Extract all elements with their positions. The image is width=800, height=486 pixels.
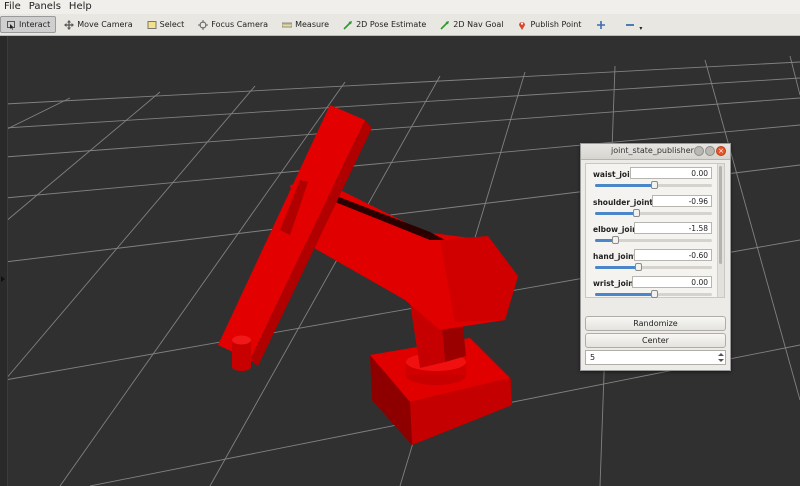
focus-icon xyxy=(198,19,209,30)
center-button[interactable]: Center xyxy=(585,333,726,348)
joint-value-field[interactable]: -0.60 xyxy=(634,249,712,261)
chevron-down-icon: ▾ xyxy=(639,24,643,32)
nav-goal-tool-button[interactable]: 2D Nav Goal xyxy=(434,16,509,33)
focus-camera-label: Focus Camera xyxy=(211,20,269,29)
joint-slider[interactable] xyxy=(595,181,712,189)
plus-move-icon xyxy=(596,20,606,30)
ruler-icon xyxy=(281,20,293,30)
joint-slider[interactable] xyxy=(595,290,712,298)
joint-slider[interactable] xyxy=(595,209,712,217)
slider-handle[interactable] xyxy=(611,236,619,244)
cursor-icon xyxy=(6,20,16,30)
joint-value-field[interactable]: -0.96 xyxy=(652,195,712,207)
joint-value-field[interactable]: 0.00 xyxy=(630,167,712,179)
add-tool-button[interactable] xyxy=(589,16,616,33)
joint-row: wrist_joint 0.00 xyxy=(590,276,716,301)
menu-bar: File Panels Help xyxy=(0,0,800,14)
measure-label: Measure xyxy=(295,20,330,29)
remove-tool-button[interactable]: ▾ xyxy=(618,16,649,33)
randomize-button[interactable]: Randomize xyxy=(585,316,726,331)
window-titlebar[interactable]: joint_state_publisher × xyxy=(581,144,730,160)
spinbox-input[interactable]: 5 xyxy=(585,350,726,365)
select-icon xyxy=(147,20,157,30)
robot-arm-model xyxy=(218,105,518,445)
menu-panels[interactable]: Panels xyxy=(25,0,65,14)
window-title: joint_state_publisher xyxy=(611,146,694,155)
select-tool-button[interactable]: Select xyxy=(141,16,191,33)
minimize-icon[interactable] xyxy=(694,146,704,156)
interact-label: Interact xyxy=(19,20,51,29)
joint-name: hand_joint xyxy=(593,252,638,261)
toolbar: Interact Move Camera Select Focus Camera… xyxy=(0,14,800,36)
green-arrow-icon xyxy=(343,20,353,30)
joint-row: hand_joint -0.60 xyxy=(590,249,716,274)
joint-slider[interactable] xyxy=(595,263,712,271)
slider-handle[interactable] xyxy=(650,290,658,298)
pose-estimate-label: 2D Pose Estimate xyxy=(356,20,427,29)
menu-file[interactable]: File xyxy=(0,0,25,14)
focus-camera-tool-button[interactable]: Focus Camera xyxy=(192,16,274,33)
joint-slider[interactable] xyxy=(595,236,712,244)
minus-icon xyxy=(625,20,635,30)
move-camera-label: Move Camera xyxy=(77,20,133,29)
collapse-arrow-icon[interactable] xyxy=(1,276,5,282)
joint-state-publisher-window: joint_state_publisher × waist_joint 0.00… xyxy=(580,143,731,371)
measure-tool-button[interactable]: Measure xyxy=(276,16,335,33)
slider-handle[interactable] xyxy=(635,263,643,271)
spinbox-value: 5 xyxy=(590,353,596,362)
menu-help[interactable]: Help xyxy=(65,0,96,14)
pose-estimate-tool-button[interactable]: 2D Pose Estimate xyxy=(337,16,432,33)
move-camera-tool-button[interactable]: Move Camera xyxy=(58,16,138,33)
left-dock-edge[interactable] xyxy=(0,36,8,486)
scrollbar[interactable] xyxy=(717,164,724,297)
publish-point-label: Publish Point xyxy=(530,20,582,29)
slider-handle[interactable] xyxy=(650,181,658,189)
maximize-icon[interactable] xyxy=(705,146,715,156)
joint-list: waist_joint 0.00 shoulder_joint -0.96 el… xyxy=(585,163,725,298)
interact-tool-button[interactable]: Interact xyxy=(0,16,57,33)
select-label: Select xyxy=(159,20,185,29)
green-arrow-icon xyxy=(440,20,450,30)
move-icon xyxy=(64,19,75,30)
slider-handle[interactable] xyxy=(632,209,640,217)
nav-goal-label: 2D Nav Goal xyxy=(453,20,504,29)
publish-point-tool-button[interactable]: Publish Point xyxy=(511,16,587,33)
joint-value-field[interactable]: 0.00 xyxy=(632,276,712,288)
joint-name: shoulder_joint xyxy=(593,198,653,207)
joint-name: wrist_joint xyxy=(593,279,638,288)
joint-value-field[interactable]: -1.58 xyxy=(634,222,712,234)
joint-row: waist_joint 0.00 xyxy=(590,167,716,192)
close-icon[interactable]: × xyxy=(716,146,726,156)
joint-row: elbow_joint -1.58 xyxy=(590,222,716,247)
spinbox-arrows-icon[interactable] xyxy=(717,352,724,363)
joint-row: shoulder_joint -0.96 xyxy=(590,195,716,220)
map-pin-icon xyxy=(517,20,527,30)
